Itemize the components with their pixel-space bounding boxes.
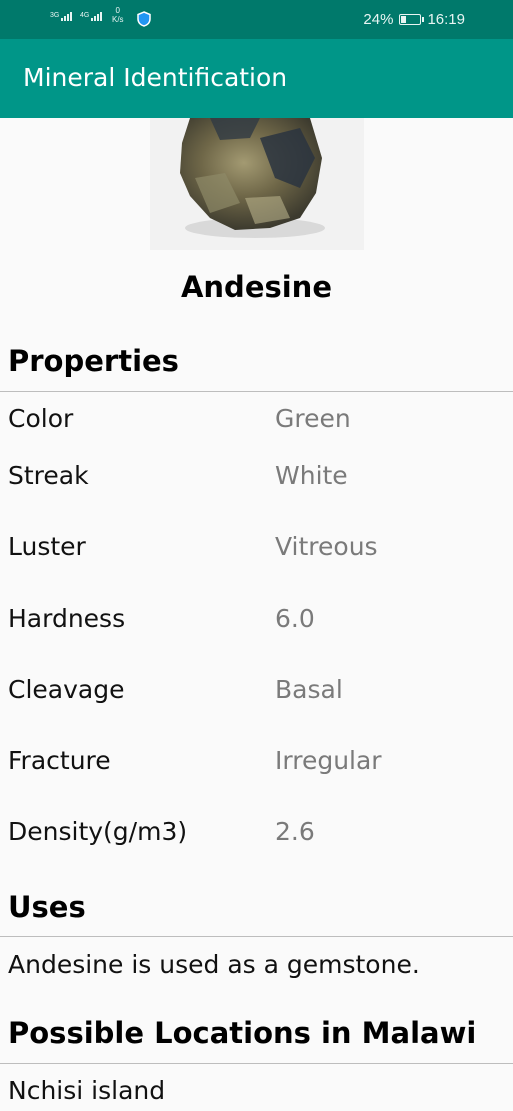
uses-divider xyxy=(0,936,513,937)
battery-icon xyxy=(399,14,425,25)
property-label: Luster xyxy=(8,532,86,561)
network-speed-value: 0 xyxy=(115,6,120,15)
locations-text: Nchisi island xyxy=(8,1076,166,1105)
uses-text: Andesine is used as a gemstone. xyxy=(8,950,420,979)
property-value: Irregular xyxy=(275,746,382,775)
mineral-rock-image xyxy=(180,118,325,238)
property-row-fracture: Fracture Irregular xyxy=(0,746,513,786)
network-speed: 0 K/s xyxy=(112,6,124,24)
signal-icon: 3G xyxy=(50,12,73,21)
property-label: Density(g/m3) xyxy=(8,817,188,846)
property-value: Green xyxy=(275,404,351,433)
property-row-color: Color Green xyxy=(0,404,513,444)
locations-heading: Possible Locations in Malawi xyxy=(8,1016,477,1050)
property-value: 2.6 xyxy=(275,817,315,846)
property-value: Basal xyxy=(275,675,343,704)
property-label: Cleavage xyxy=(8,675,125,704)
property-row-hardness: Hardness 6.0 xyxy=(0,604,513,644)
mineral-name: Andesine xyxy=(180,270,333,304)
app-bar: Mineral Identification xyxy=(0,39,513,118)
properties-divider xyxy=(0,391,513,392)
property-value: Vitreous xyxy=(275,532,378,561)
properties-heading: Properties xyxy=(8,344,179,378)
clock: 16:19 xyxy=(427,11,465,28)
property-row-cleavage: Cleavage Basal xyxy=(0,675,513,715)
mineral-image xyxy=(150,118,364,250)
signal-network-tag: 4G xyxy=(80,12,90,19)
uses-heading: Uses xyxy=(8,890,86,924)
shield-icon xyxy=(137,11,151,27)
network-speed-unit: K/s xyxy=(112,15,124,24)
locations-divider xyxy=(0,1063,513,1064)
property-label: Hardness xyxy=(8,604,126,633)
status-right: 24% 16:19 xyxy=(363,11,465,28)
signal-icon: 4G xyxy=(80,12,103,21)
property-value: White xyxy=(275,461,348,490)
property-label: Streak xyxy=(8,461,89,490)
property-row-luster: Luster Vitreous xyxy=(0,532,513,572)
property-row-streak: Streak White xyxy=(0,461,513,501)
battery-percent: 24% xyxy=(363,11,394,28)
signal-network-tag: 3G xyxy=(50,12,60,19)
property-value: 6.0 xyxy=(275,604,315,633)
property-row-density: Density(g/m3) 2.6 xyxy=(0,817,513,857)
property-label: Fracture xyxy=(8,746,111,775)
property-label: Color xyxy=(8,404,74,433)
status-bar: 3G 4G 0 K/s 24% 16:19 xyxy=(0,0,513,39)
app-title: Mineral Identification xyxy=(23,63,288,92)
